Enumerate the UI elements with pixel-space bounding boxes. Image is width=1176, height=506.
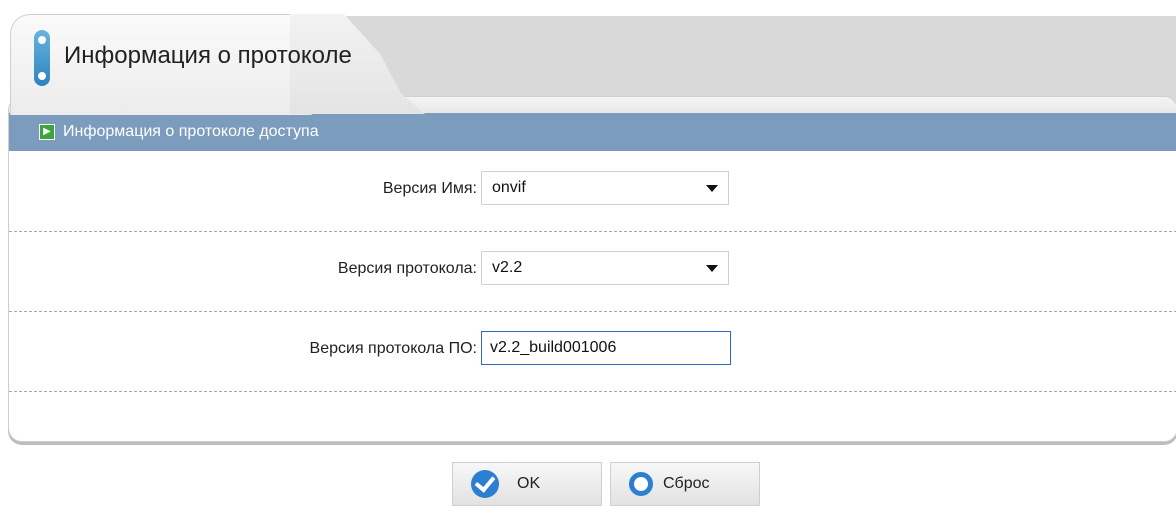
settings-panel: ▶ Информация о протоколе доступа Версия … bbox=[8, 96, 1176, 442]
form-row-software-version: Версия протокола ПО: bbox=[9, 311, 1176, 392]
protocol-version-value: v2.2 bbox=[492, 259, 523, 276]
ok-button-label: OK bbox=[517, 475, 541, 492]
tab-pill-icon bbox=[34, 30, 50, 86]
reset-circle-icon bbox=[629, 472, 653, 496]
chevron-down-icon bbox=[706, 265, 718, 272]
reset-button-label: Сброс bbox=[663, 475, 710, 492]
ok-button[interactable]: OK bbox=[452, 462, 602, 506]
chevron-down-icon bbox=[706, 185, 718, 192]
section-title: Информация о протоколе доступа bbox=[63, 123, 319, 140]
protocol-version-select[interactable]: v2.2 bbox=[481, 251, 729, 285]
form-row-version-name: Версия Имя: onvif bbox=[9, 151, 1176, 232]
form-row-protocol-version: Версия протокола: v2.2 bbox=[9, 231, 1176, 312]
green-arrow-icon: ▶ bbox=[39, 124, 55, 140]
software-version-label: Версия протокола ПО: bbox=[309, 340, 477, 357]
software-version-field[interactable] bbox=[481, 331, 731, 365]
version-name-value: onvif bbox=[492, 179, 526, 196]
version-name-select[interactable]: onvif bbox=[481, 171, 729, 205]
reset-button[interactable]: Сброс bbox=[610, 462, 760, 506]
version-name-label: Версия Имя: bbox=[382, 180, 477, 197]
checkmark-icon bbox=[471, 470, 499, 498]
protocol-version-label: Версия протокола: bbox=[337, 260, 477, 277]
tab-title: Информация о протоколе bbox=[64, 42, 352, 69]
section-header: ▶ Информация о протоколе доступа bbox=[9, 113, 1176, 151]
